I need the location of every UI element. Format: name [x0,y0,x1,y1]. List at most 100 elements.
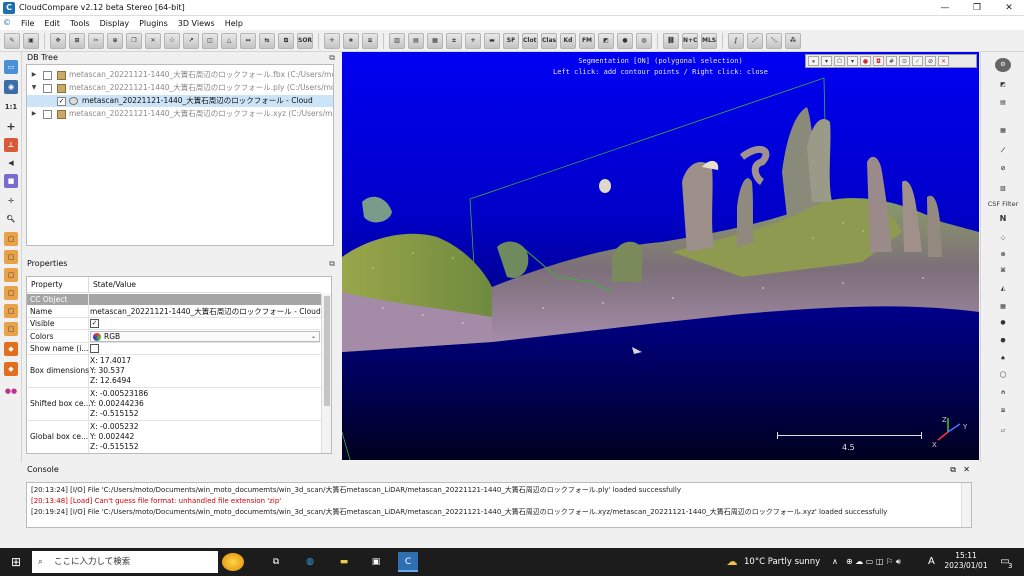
menu-help[interactable]: Help [220,19,248,28]
colors-select[interactable]: RGB ⌄ [90,331,320,342]
kd-icon[interactable]: Kd [560,32,576,49]
weather-widget-icon[interactable] [222,553,244,571]
layers-icon[interactable]: ≋ [995,404,1011,418]
cancel-icon[interactable]: ✕ [938,56,949,66]
nc-icon[interactable]: N+C [682,32,698,49]
move-icon[interactable]: ✛ [4,194,18,208]
console-scrollbar[interactable] [961,483,971,527]
view-top-icon[interactable]: ▢ [4,232,18,246]
polygon-select-icon[interactable]: ⬠ [834,56,845,66]
menu-3d-views[interactable]: 3D Views [173,19,220,28]
merge-icon[interactable]: ⊕ [107,32,123,49]
ellipse-icon[interactable]: ◯ [995,368,1011,382]
visibility-checkbox[interactable] [43,83,52,93]
tree-item[interactable]: ▼ metascan_20221121-1440_大簀石周辺のロックフォール.p… [27,82,333,94]
facets-icon[interactable]: ⬣ [995,334,1011,348]
tree-item[interactable]: ▶ metascan_20221121-1440_大簀石周辺のロックフォール.f… [27,69,333,81]
sf-filter-icon[interactable]: ▦ [427,32,443,49]
compass-icon[interactable]: ◭ [995,282,1011,296]
properties-scrollbar[interactable] [321,294,331,453]
minimize-button[interactable]: — [930,0,960,16]
clone-icon[interactable]: ❐ [126,32,142,49]
normals-icon[interactable]: ↗ [183,32,199,49]
confirm-delete-icon[interactable]: ⊘ [925,56,936,66]
search-box[interactable]: ⌕ ここに入力して検索 [32,551,218,573]
menu-file[interactable]: File [16,19,39,28]
store-icon[interactable]: ▣ [366,552,386,572]
levels-icon[interactable]: ≡ [362,32,378,49]
view-right-icon[interactable]: ▢ [4,304,18,318]
mesh-icon[interactable]: △ [221,32,237,49]
view-bottom-icon[interactable]: ▢ [4,322,18,336]
csf-filter-label[interactable]: CSF Filter [983,200,1023,208]
maximize-button[interactable]: ❐ [962,0,992,16]
shape-detect-icon[interactable]: ⌘ [995,264,1011,278]
3d-viewport[interactable]: Z Y X Segmentation [ON] (polygonal selec… [342,52,979,460]
register-icon[interactable]: ⧉ [278,32,294,49]
expand-arrow-icon[interactable]: ▶ [30,108,38,120]
globe-icon[interactable]: ◍ [636,32,652,49]
link-icon[interactable]: ⛓ [663,32,679,49]
distance-icon[interactable]: ↔ [240,32,256,49]
menu-tools[interactable]: Tools [65,19,95,28]
perspective-icon[interactable]: ◀ [4,156,18,170]
plus-icon[interactable]: + [4,120,18,134]
dots-cluster-icon[interactable]: ⁘ [995,232,1011,246]
ransac-icon[interactable]: ⊛ [995,248,1011,262]
task-view-icon[interactable]: ⧉ [266,552,286,572]
segment-icon[interactable]: ✂ [88,32,104,49]
octree-icon[interactable]: ◫ [202,32,218,49]
file-explorer-icon[interactable]: ▬ [334,552,354,572]
eye-dome-icon[interactable]: ◩ [995,78,1011,92]
n-icon[interactable]: N [995,212,1011,226]
tree-icon[interactable]: ♠ [995,352,1011,366]
pause-icon[interactable]: ⏸ [808,56,819,66]
sf-gradient-icon[interactable]: ▤ [408,32,424,49]
zoom-icon[interactable]: 🔍︎ [4,212,18,226]
screen-icon[interactable]: ▭ [4,60,18,74]
menu-edit[interactable]: Edit [39,19,65,28]
segment-out-icon[interactable]: ◘ [873,56,884,66]
plane-icon[interactable]: ▱ [995,424,1011,438]
view-front-icon[interactable]: ▢ [4,250,18,264]
rgb-blend-icon[interactable]: ▤ [995,96,1011,110]
cloth-icon[interactable]: Cloth [522,32,538,49]
histogram-icon[interactable]: ▥ [389,32,405,49]
visibility-checkbox[interactable] [43,109,52,119]
visible-checkbox[interactable]: ✓ [90,319,99,328]
float-panel-icon[interactable]: ⧉ [329,258,335,270]
random-icon[interactable]: ⁂ [785,32,801,49]
one-to-one-icon[interactable]: 1:1 [4,100,18,114]
ime-indicator[interactable]: A [928,548,935,576]
mls-icon[interactable]: MLS [701,32,717,49]
arch-icon[interactable]: ∩ [995,386,1011,400]
float-panel-icon[interactable]: ⧉ [950,464,956,476]
crop-icon[interactable]: ⌗ [343,32,359,49]
circle-icon[interactable]: ● [995,316,1011,330]
no-icon[interactable]: ⊘ [995,162,1011,176]
c2m-distance-icon[interactable]: ⇆ [259,32,275,49]
hough-icon[interactable]: ⋰ [747,32,763,49]
rect-select-icon[interactable]: ▾ [847,56,858,66]
sphere-icon[interactable]: ● [617,32,633,49]
weather-icon[interactable]: ☁ [722,552,742,572]
tree-item-selected[interactable]: ✓ metascan_20221121-1440_大簀石周辺のロックフォール -… [27,95,333,107]
add-icon[interactable]: + [465,32,481,49]
iso-back-icon[interactable]: ◆ [4,362,18,376]
show-name-checkbox[interactable] [90,344,99,353]
column-header-property[interactable]: Property [27,277,89,293]
sf-arith-icon[interactable]: ± [446,32,462,49]
fm-icon[interactable]: FM [579,32,595,49]
dots-icon[interactable]: ●● [4,384,18,398]
windows-start-icon[interactable]: ⊞ [6,552,26,572]
collapse-arrow-icon[interactable]: ▼ [30,82,38,94]
expand-arrow-icon[interactable]: ▶ [30,69,38,81]
delete-icon[interactable]: ✕ [145,32,161,49]
sor-icon[interactable]: SOR [297,32,313,49]
gear-icon[interactable]: ⚙ [995,58,1011,72]
view-back-icon[interactable]: ▢ [4,286,18,300]
align-icon[interactable]: ⊞ [69,32,85,49]
cube-grid-icon[interactable]: ▦ [995,300,1011,314]
translate-icon[interactable]: ✛ [324,32,340,49]
brush-icon[interactable]: ⟋ [995,144,1011,158]
